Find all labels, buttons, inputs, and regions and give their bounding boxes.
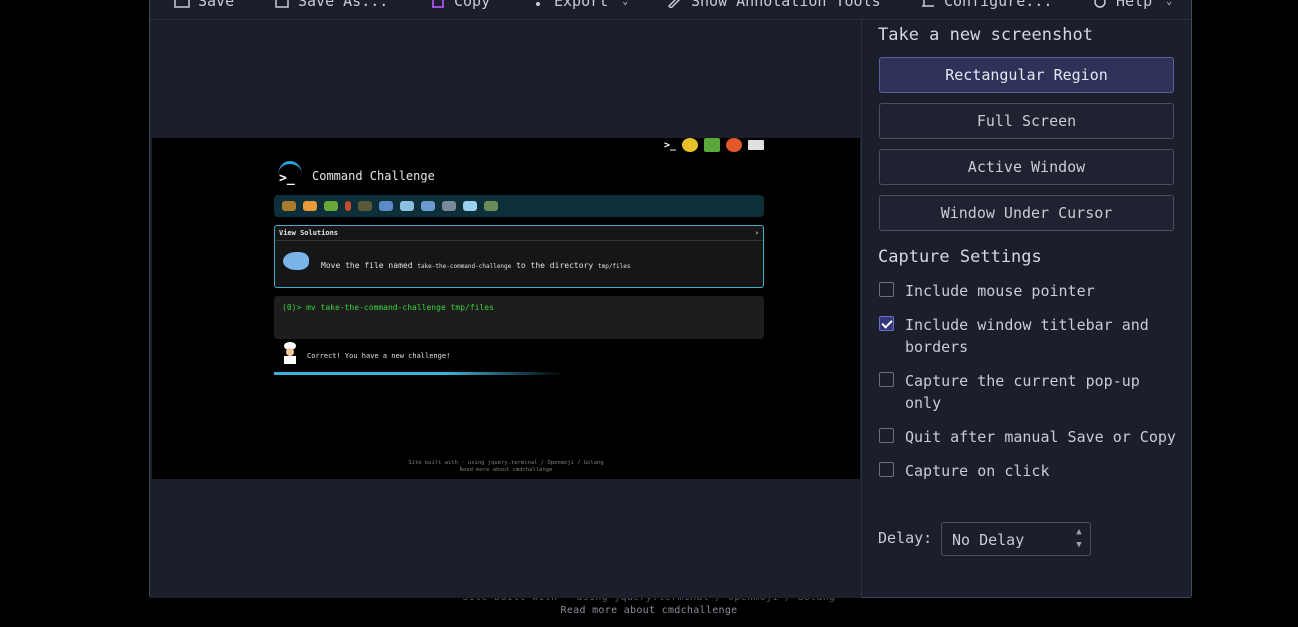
preview-top-icons: >_ [664,138,764,152]
toolbar: Save Save As... Copy Export ⌄ Show Annot… [150,0,1191,20]
challenge-icon-bar [274,195,764,217]
include-mouse-pointer-option[interactable]: Include mouse pointer [879,280,1095,302]
capture-on-click-checkbox[interactable] [879,462,894,477]
quit-after-save-option[interactable]: Quit after manual Save or Copy [879,426,1176,448]
help-button[interactable]: Help ⌄ [1092,0,1172,11]
dolphin-icon [421,201,435,211]
configure-button[interactable]: Configure... [920,0,1052,11]
snail-icon [282,201,296,211]
screenshot-preview-image[interactable]: >_ >_ Command Challenge View Solutions ›… [152,138,860,479]
prompt-icon: >_ [279,171,295,186]
help-icon [1094,0,1106,8]
challenge-box: View Solutions › Move the file named tak… [274,225,764,288]
challenge-mid: to the directory [516,261,594,270]
save-label: Save [198,0,235,10]
new-screenshot-title: Take a new screenshot [878,25,1093,45]
fish-icon [463,201,477,211]
capture-on-click-label: Capture on click [905,462,1050,480]
window-under-cursor-button[interactable]: Window Under Cursor [879,195,1174,231]
copy-label: Copy [454,0,491,10]
capture-on-click-option[interactable]: Capture on click [879,460,1050,482]
tree-icon [704,138,720,152]
pencil-icon [667,0,681,8]
tropical-fish-icon [484,201,498,211]
gitlab-icon [726,138,742,152]
terminal-icon: >_ [663,139,676,151]
active-window-button[interactable]: Active Window [879,149,1174,185]
challenge-dir: tmp/files [597,263,631,270]
save-icon [174,0,190,8]
full-screen-button[interactable]: Full Screen [879,103,1174,139]
capture-popup-checkbox[interactable] [879,372,894,387]
shark-icon [442,201,456,211]
wave-icon [400,201,414,211]
background-footer-link[interactable]: Read more about cmdchallenge [0,605,1298,616]
export-label: Export [554,0,609,10]
correct-message: Correct! You have a new challenge! [307,352,451,360]
mail-icon [748,140,764,150]
include-titlebar-checkbox[interactable] [879,316,894,331]
chevron-down-icon: ⌄ [1166,0,1173,7]
delay-spinbox[interactable]: No Delay ▲ ▼ [941,522,1091,556]
virus-icon [358,201,372,211]
rectangular-region-button[interactable]: Rectangular Region [879,57,1174,93]
terminal-line: (0)> mv take-the-command-challenge tmp/f… [282,303,494,312]
include-mouse-pointer-checkbox[interactable] [879,282,894,297]
copy-button[interactable]: Copy [430,0,490,11]
capture-panel: Take a new screenshot Rectangular Region… [862,20,1192,598]
include-mouse-pointer-label: Include mouse pointer [905,282,1095,300]
view-solutions-label: View Solutions [279,229,339,237]
delay-value: No Delay [952,531,1025,549]
whale-icon [379,201,393,211]
preview-title: Command Challenge [312,169,435,183]
copy-icon [432,0,444,8]
preview-footer-link: Read more about cmdchallenge [459,467,553,473]
chevron-down-icon: ⌄ [622,0,629,7]
chef-icon [284,342,296,364]
capture-popup-option[interactable]: Capture the current pop-up only [879,370,1169,414]
bug-icon [345,201,351,211]
bulb-icon [682,138,698,152]
view-solutions-header[interactable]: View Solutions › [275,226,763,241]
capture-settings-title: Capture Settings [878,247,1042,267]
capture-popup-label: Capture the current pop-up only [905,372,1140,412]
challenge-file: take-the-command-challenge [417,263,512,270]
butterfly-icon [303,201,317,211]
annotation-tools-button[interactable]: Show Annotation Tools [667,0,881,11]
chevron-right-icon: › [754,229,759,237]
help-label: Help [1116,0,1153,10]
include-titlebar-option[interactable]: Include window titlebar and borders [879,314,1169,358]
challenge-prefix: Move the file named [321,261,413,270]
save-button[interactable]: Save [174,0,234,11]
fish-icon [283,252,309,270]
annotation-label: Show Annotation Tools [691,0,881,10]
configure-icon [922,0,934,7]
export-icon [536,2,540,6]
export-button[interactable]: Export ⌄ [530,0,628,11]
challenge-text: Move the file named take-the-command-cha… [321,261,631,270]
quit-after-save-label: Quit after manual Save or Copy [905,428,1176,446]
include-titlebar-label: Include window titlebar and borders [905,316,1149,356]
quit-after-save-checkbox[interactable] [879,428,894,443]
chevron-up-icon[interactable]: ▲ [1074,527,1084,537]
save-as-icon [275,0,289,8]
save-as-button[interactable]: Save As... [274,0,388,11]
caterpillar-icon [324,201,338,211]
configure-label: Configure... [944,0,1053,10]
spectacle-window: Save Save As... Copy Export ⌄ Show Annot… [149,0,1192,598]
preview-footer-credits: Site built with · using jquery.terminal … [408,460,604,466]
delay-label: Delay: [878,529,933,547]
terminal: (0)> mv take-the-command-challenge tmp/f… [274,296,764,339]
progress-bar [274,372,564,375]
save-as-label: Save As... [298,0,389,10]
chevron-down-icon[interactable]: ▼ [1074,540,1084,550]
